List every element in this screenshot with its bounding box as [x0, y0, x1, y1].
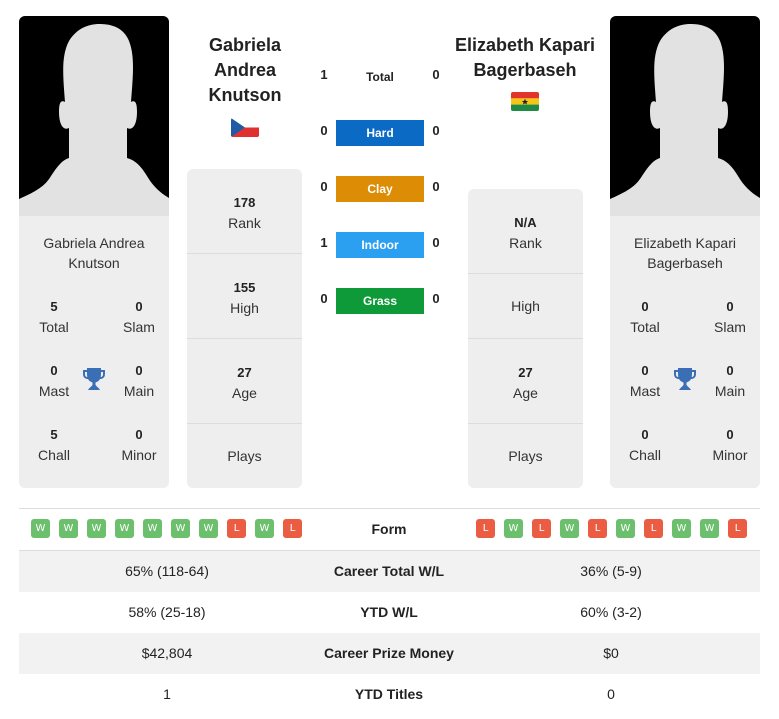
left-titles-chall: 5 Chall	[38, 427, 70, 463]
form-win-badge: W	[59, 519, 78, 538]
h2h-left-value: 1	[320, 67, 328, 82]
comparison-row-ytd-titles: 1 YTD Titles 0	[19, 674, 760, 715]
h2h-indoor-row: 1 Indoor 0	[310, 232, 450, 258]
form-win-badge: W	[199, 519, 218, 538]
form-win-badge: W	[504, 519, 523, 538]
left-titles-main: 0 Main	[123, 363, 155, 399]
left-age: 27 Age	[187, 339, 302, 424]
right-plays: Plays	[508, 448, 543, 464]
left-value: 58% (25-18)	[128, 604, 206, 620]
comparison-row-ytd-wl: 58% (25-18) YTD W/L 60% (3-2)	[19, 592, 760, 633]
surface-badge-grass: Grass	[336, 288, 424, 314]
form-win-badge: W	[700, 519, 719, 538]
left-value: 1	[163, 686, 171, 702]
comparison-row-career-wl: 65% (118-64) Career Total W/L 36% (5-9)	[19, 551, 760, 592]
right-player-card: Elizabeth Kapari Bagerbaseh 0 Total 0 Slam…	[610, 16, 760, 488]
right-value: $0	[603, 645, 619, 661]
form-win-badge: W	[31, 519, 50, 538]
h2h-left-value: 0	[320, 123, 328, 138]
right-titles-mast: 0 Mast	[629, 363, 661, 399]
h2h-left-value: 0	[320, 179, 328, 194]
silhouette-icon	[19, 24, 169, 216]
comparison-row-prize-money: $42,804 Career Prize Money $0	[19, 633, 760, 674]
form-win-badge: W	[560, 519, 579, 538]
right-high: High	[468, 274, 583, 339]
right-rank: N/A Rank	[468, 189, 583, 274]
czech-flag-icon	[231, 118, 259, 137]
form-win-badge: W	[115, 519, 134, 538]
h2h-right-value: 0	[432, 123, 440, 138]
right-info-card: N/A Rank High 27 Age Plays	[468, 189, 583, 488]
trophy-icon	[674, 368, 696, 390]
left-high: 155 High	[187, 254, 302, 339]
surface-badge-hard: Hard	[336, 120, 424, 146]
right-age: 27 Age	[468, 339, 583, 424]
surface-badge-clay: Clay	[336, 176, 424, 202]
form-loss-badge: L	[588, 519, 607, 538]
surface-badge-indoor: Indoor	[336, 232, 424, 258]
left-rank: 178 Rank	[187, 169, 302, 254]
left-player-card: Gabriela Andrea Knutson 5 Total 0 Slam 0 Ma…	[19, 16, 169, 488]
left-titles-mast: 0 Mast	[38, 363, 70, 399]
trophy-icon	[83, 368, 105, 390]
h2h-right-value: 0	[432, 179, 440, 194]
row-label: Career Total W/L	[333, 563, 445, 579]
left-plays: Plays	[227, 448, 262, 464]
row-label: YTD W/L	[360, 604, 418, 620]
left-player-photo	[19, 16, 169, 216]
left-value: $42,804	[141, 645, 193, 661]
form-win-badge: W	[672, 519, 691, 538]
row-label: YTD Titles	[354, 686, 424, 702]
h2h-total-row: 1 Total 0	[310, 64, 450, 90]
ghana-flag-icon	[511, 92, 539, 111]
right-value: 36% (5-9)	[580, 563, 642, 579]
right-titles-slam: 0 Slam	[714, 299, 746, 335]
silhouette-icon	[610, 24, 760, 216]
h2h-left-value: 1	[320, 235, 328, 250]
right-titles-chall: 0 Chall	[629, 427, 661, 463]
h2h-right-value: 0	[432, 235, 440, 250]
right-titles-minor: 0 Minor	[712, 427, 748, 463]
left-card-name: Gabriela Andrea Knutson	[43, 235, 145, 271]
right-player-photo	[610, 16, 760, 216]
h2h-grass-row: 0 Grass 0	[310, 288, 450, 314]
left-player-name[interactable]: Gabriela Andrea Knutson	[180, 33, 310, 108]
form-win-badge: W	[616, 519, 635, 538]
row-label: Career Prize Money	[324, 645, 454, 661]
form-win-badge: W	[255, 519, 274, 538]
right-titles-total: 0 Total	[630, 299, 660, 335]
form-loss-badge: L	[728, 519, 747, 538]
h2h-right-value: 0	[432, 291, 440, 306]
left-titles-slam: 0 Slam	[123, 299, 155, 335]
right-player-name[interactable]: Elizabeth Kapari Bagerbaseh	[446, 33, 604, 83]
form-win-badge: W	[143, 519, 162, 538]
right-titles-main: 0 Main	[714, 363, 746, 399]
h2h-clay-row: 0 Clay 0	[310, 176, 450, 202]
form-win-badge: W	[87, 519, 106, 538]
right-card-name: Elizabeth Kapari Bagerbaseh	[634, 235, 736, 271]
h2h-hard-row: 0 Hard 0	[310, 120, 450, 146]
right-value: 0	[607, 686, 615, 702]
form-win-badge: W	[171, 519, 190, 538]
h2h-left-value: 0	[320, 291, 328, 306]
h2h-right-value: 0	[432, 67, 440, 82]
form-loss-badge: L	[644, 519, 663, 538]
form-loss-badge: L	[227, 519, 246, 538]
form-label: Form	[371, 521, 407, 537]
form-row: WWWWWWWLWL Form LWLWLWLWWL	[19, 509, 760, 550]
left-titles-total: 5 Total	[39, 299, 69, 335]
right-value: 60% (3-2)	[580, 604, 642, 620]
surface-badge-total: Total	[366, 70, 394, 84]
form-loss-badge: L	[532, 519, 551, 538]
left-info-card: 178 Rank 155 High 27 Age Plays	[187, 169, 302, 488]
left-titles-minor: 0 Minor	[121, 427, 157, 463]
left-value: 65% (118-64)	[125, 563, 209, 579]
form-loss-badge: L	[476, 519, 495, 538]
